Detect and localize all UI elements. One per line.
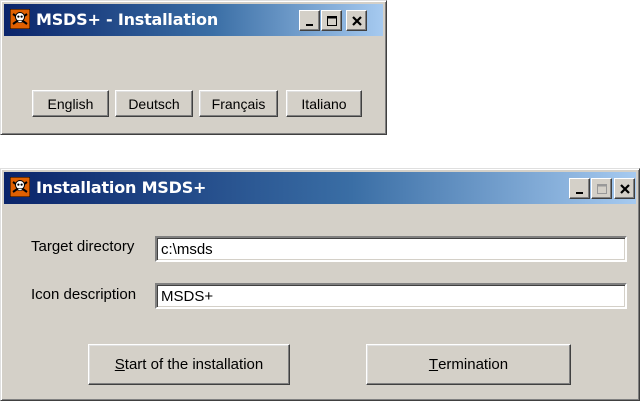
termination-label: ermination — [438, 356, 509, 373]
maximize-icon — [596, 183, 607, 194]
italiano-button[interactable]: Italiano — [286, 90, 362, 117]
minimize-button[interactable] — [569, 178, 590, 199]
start-installation-button[interactable]: Start of the installation — [88, 344, 290, 385]
minimize-icon — [305, 23, 313, 26]
icon-description-label: Icon description — [31, 286, 137, 303]
target-directory-input[interactable]: c:\msds — [155, 236, 627, 262]
minimize-button[interactable] — [299, 10, 320, 31]
maximize-button[interactable] — [591, 178, 612, 199]
close-button[interactable] — [346, 10, 367, 31]
skull-crossbones-icon — [10, 177, 30, 197]
window-title: MSDS+ - Installation — [36, 10, 219, 29]
maximize-icon — [326, 15, 337, 26]
title-bar[interactable]: MSDS+ - Installation — [4, 4, 383, 36]
francais-button[interactable]: Français — [199, 90, 278, 117]
start-mnemonic: S — [114, 356, 125, 373]
start-label: tart of the installation — [124, 356, 264, 373]
close-icon — [619, 183, 630, 194]
language-window: MSDS+ - Installation English Deutsch Fra… — [0, 0, 387, 135]
title-bar[interactable]: Installation MSDS+ — [4, 172, 636, 204]
english-button[interactable]: English — [32, 90, 109, 117]
termination-mnemonic: T — [428, 356, 439, 373]
installation-window: Installation MSDS+ Target directory c:\m… — [0, 168, 640, 401]
deutsch-button[interactable]: Deutsch — [115, 90, 193, 117]
target-directory-label: Target directory — [31, 238, 135, 255]
maximize-button[interactable] — [321, 10, 342, 31]
termination-button[interactable]: Termination — [366, 344, 571, 385]
close-button[interactable] — [614, 178, 635, 199]
skull-crossbones-icon — [10, 9, 30, 29]
close-icon — [351, 15, 362, 26]
icon-description-input[interactable]: MSDS+ — [155, 283, 627, 309]
window-title: Installation MSDS+ — [36, 178, 207, 197]
minimize-icon — [575, 191, 583, 194]
